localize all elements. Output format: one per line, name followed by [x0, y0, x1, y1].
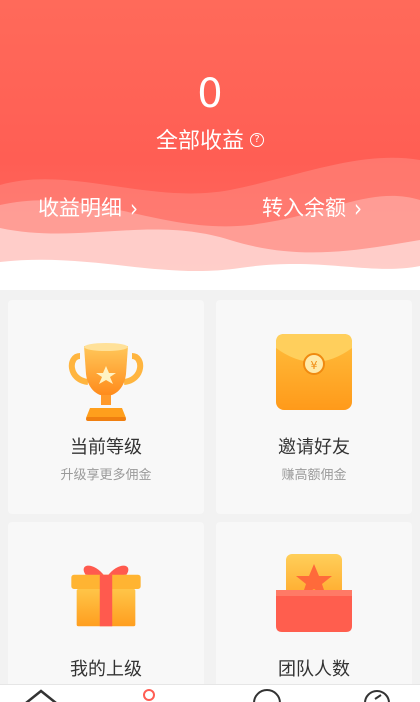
help-icon[interactable]: ?	[250, 133, 264, 147]
bottom-nav	[0, 684, 420, 702]
income-detail-link[interactable]: 收益明细 ›	[38, 193, 138, 223]
profile-icon	[364, 690, 390, 702]
nav-item-profile[interactable]	[315, 685, 420, 702]
total-earnings-amount: 0	[197, 71, 223, 117]
chevron-right-icon: ›	[354, 193, 362, 223]
card-title: 当前等级	[70, 437, 142, 458]
nav-item-message[interactable]	[210, 685, 315, 702]
card-current-level[interactable]: 当前等级 升级享更多佣金	[8, 300, 204, 514]
card-subtitle: 赚高额佣金	[281, 468, 347, 483]
star-card-icon	[276, 554, 352, 632]
gift-box-icon	[71, 565, 141, 627]
nav-item-people[interactable]	[105, 685, 210, 702]
total-earnings-label: 全部收益	[155, 129, 244, 154]
home-icon	[25, 689, 57, 702]
card-title: 团队人数	[278, 659, 350, 680]
transfer-balance-label: 转入余额	[262, 196, 346, 220]
card-my-superior[interactable]: 我的上级	[8, 522, 204, 692]
trophy-icon	[68, 343, 144, 421]
earnings-header: 0 全部收益? 收益明细 › 转入余额 ›	[0, 0, 420, 290]
card-subtitle: 升级享更多佣金	[60, 468, 152, 483]
nav-item-home[interactable]	[0, 685, 105, 702]
card-title: 我的上级	[70, 659, 142, 680]
chevron-right-icon: ›	[130, 193, 138, 223]
transfer-balance-link[interactable]: 转入余额 ›	[262, 193, 362, 223]
people-icon	[143, 689, 155, 701]
red-envelope-icon: ¥	[276, 334, 352, 410]
income-detail-label: 收益明细	[38, 196, 122, 220]
card-team-count[interactable]: 团队人数	[216, 522, 412, 692]
message-icon	[253, 689, 281, 702]
card-title: 邀请好友	[278, 437, 350, 458]
svg-text:¥: ¥	[311, 359, 318, 372]
total-earnings-label-row: 全部收益?	[0, 127, 420, 157]
card-invite-friends[interactable]: ¥ 邀请好友 赚高额佣金	[216, 300, 412, 514]
